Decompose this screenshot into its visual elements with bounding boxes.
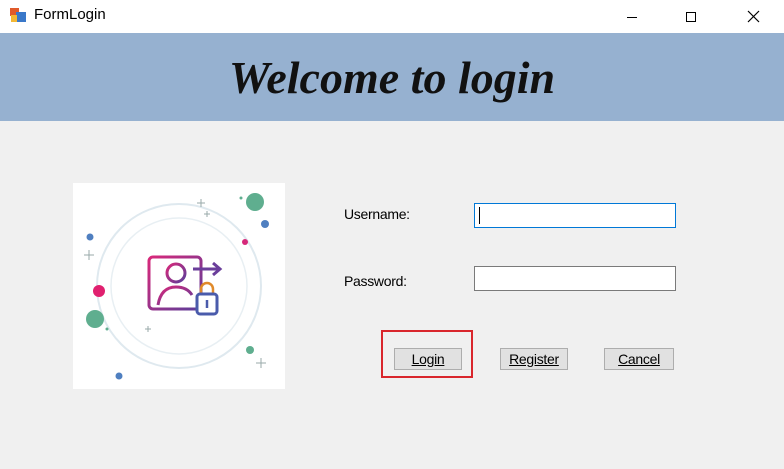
- welcome-banner: Welcome to login: [0, 33, 784, 121]
- password-input[interactable]: [474, 266, 676, 291]
- user-lock-icon: [84, 193, 269, 380]
- username-label: Username:: [344, 206, 410, 222]
- login-highlight-box: [381, 330, 473, 378]
- banner-title: Welcome to login: [228, 52, 556, 103]
- cancel-button-label: Cancel: [618, 351, 660, 367]
- title-bar: FormLogin: [0, 0, 784, 33]
- register-button-label: Register: [509, 351, 559, 367]
- window-title: FormLogin: [34, 6, 106, 23]
- register-button[interactable]: Register: [500, 348, 568, 370]
- close-icon: [747, 10, 759, 23]
- close-button[interactable]: [730, 0, 776, 33]
- username-input[interactable]: [474, 203, 676, 228]
- login-illustration: [73, 183, 285, 389]
- maximize-icon: [686, 11, 696, 22]
- cancel-button[interactable]: Cancel: [604, 348, 674, 370]
- minimize-button[interactable]: [609, 0, 655, 33]
- minimize-icon: [627, 16, 637, 18]
- app-form-icon: [10, 8, 26, 22]
- maximize-button[interactable]: [668, 0, 714, 33]
- text-caret: [479, 207, 480, 224]
- password-label: Password:: [344, 273, 407, 289]
